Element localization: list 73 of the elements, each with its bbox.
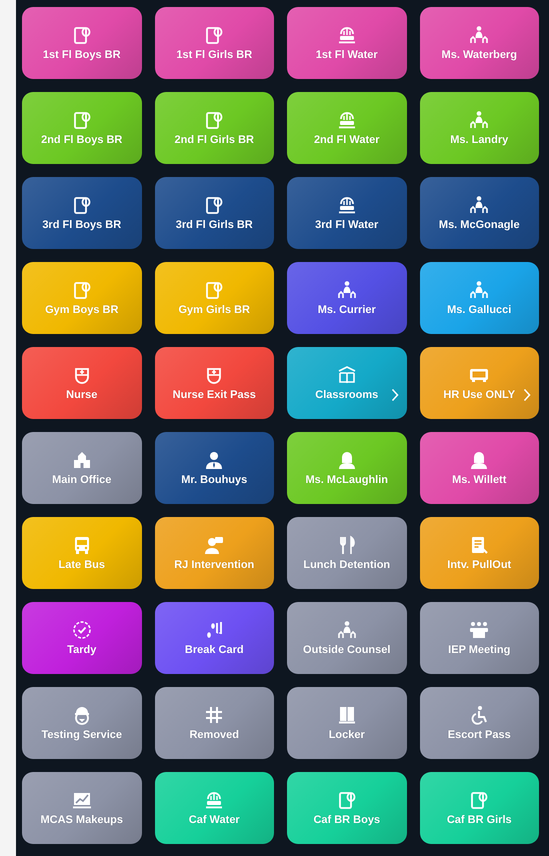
pass-tile[interactable]: Removed	[154, 687, 274, 759]
woman-icon	[336, 450, 357, 470]
pass-tile[interactable]: Caf Water	[154, 772, 274, 844]
pass-tile[interactable]: Ms. Waterberg	[420, 7, 539, 79]
person-icon	[336, 620, 357, 640]
pass-tile[interactable]: Nurse	[22, 347, 142, 419]
pass-tile[interactable]: 2nd Fl Girls BR	[154, 92, 274, 164]
pass-tile[interactable]: Caf BR Girls	[420, 772, 539, 844]
man-icon	[204, 450, 224, 470]
person-icon	[469, 194, 490, 215]
pass-tile[interactable]: Escort Pass	[420, 687, 539, 759]
pass-tile[interactable]: Gym Girls BR	[154, 262, 274, 334]
pass-tile[interactable]: MCAS Makeups	[22, 772, 142, 844]
toilet-paper-icon	[204, 280, 224, 300]
pass-tile[interactable]: Ms. Willett	[420, 432, 539, 504]
pass-tile[interactable]: 3rd Fl Boys BR	[22, 177, 142, 249]
pass-tile[interactable]: Tardy	[22, 602, 142, 674]
person-icon	[469, 110, 490, 130]
toilet-paper-icon	[469, 790, 490, 810]
pass-tile[interactable]: 1st Fl Water	[287, 7, 406, 79]
fountain-icon	[204, 790, 224, 810]
pass-tile[interactable]: Testing Service	[22, 687, 142, 759]
pass-tile[interactable]: 3rd Fl Girls BR	[154, 177, 274, 249]
person-icon	[336, 280, 357, 300]
book-icon	[336, 364, 357, 385]
pass-tile[interactable]: IEP Meeting	[420, 602, 539, 674]
pass-tile[interactable]: Ms. Currier	[287, 262, 406, 334]
pass-tile[interactable]: RJ Intervention	[154, 517, 274, 589]
pass-tile[interactable]: Main Office	[22, 432, 142, 504]
wheelchair-icon	[469, 704, 490, 725]
toilet-paper-icon	[336, 790, 357, 810]
woman-icon	[469, 450, 490, 470]
pass-tile[interactable]: Outside Counsel	[287, 602, 406, 674]
person-icon	[469, 24, 490, 45]
pass-tile[interactable]: Locker	[287, 687, 406, 759]
toilet-paper-icon	[72, 194, 92, 215]
pass-tile[interactable]: Late Bus	[22, 517, 142, 589]
toilet-paper-icon	[204, 24, 224, 45]
school-building-icon	[72, 450, 92, 470]
toilet-paper-icon	[72, 280, 92, 300]
pass-tile[interactable]: 1st Fl Girls BR	[154, 7, 274, 79]
pass-tile[interactable]: Ms. McLaughlin	[287, 432, 406, 504]
pass-tile[interactable]: 1st Fl Boys BR	[22, 7, 142, 79]
pass-tile[interactable]: 3rd Fl Water	[287, 177, 406, 249]
hash-icon	[204, 704, 224, 725]
pass-tile[interactable]: 2nd Fl Boys BR	[22, 92, 142, 164]
fountain-icon	[336, 110, 357, 130]
pass-tile[interactable]: 2nd Fl Water	[287, 92, 406, 164]
document-pencil-icon	[469, 534, 490, 555]
pass-tile[interactable]: HR Use ONLY	[420, 347, 539, 419]
pass-tile[interactable]: Lunch Detention	[287, 517, 406, 589]
person-icon	[469, 280, 490, 300]
locker-icon	[336, 704, 357, 725]
pass-tile[interactable]: Break Card	[154, 602, 274, 674]
toilet-paper-icon	[204, 194, 224, 215]
toilet-paper-icon	[72, 110, 92, 130]
person-speech-icon	[204, 534, 224, 555]
fountain-icon	[336, 24, 357, 45]
toilet-paper-icon	[204, 110, 224, 130]
pass-tile[interactable]: Gym Boys BR	[22, 262, 142, 334]
pass-tile[interactable]: Caf BR Boys	[287, 772, 406, 844]
pass-tile[interactable]: Ms. Landry	[420, 92, 539, 164]
pass-tile[interactable]: Classrooms	[287, 347, 406, 419]
clock-check-icon	[72, 620, 92, 640]
pass-tile[interactable]: Ms. Gallucci	[420, 262, 539, 334]
pass-tile[interactable]: Ms. McGonagle	[420, 177, 539, 249]
meeting-icon	[469, 620, 490, 640]
footsteps-icon	[204, 620, 224, 640]
fountain-icon	[336, 194, 357, 215]
pass-tile[interactable]: Nurse Exit Pass	[154, 347, 274, 419]
toilet-paper-icon	[72, 24, 92, 45]
pass-tile[interactable]: Mr. Bouhuys	[154, 432, 274, 504]
pass-tile[interactable]: Intv. PullOut	[420, 517, 539, 589]
